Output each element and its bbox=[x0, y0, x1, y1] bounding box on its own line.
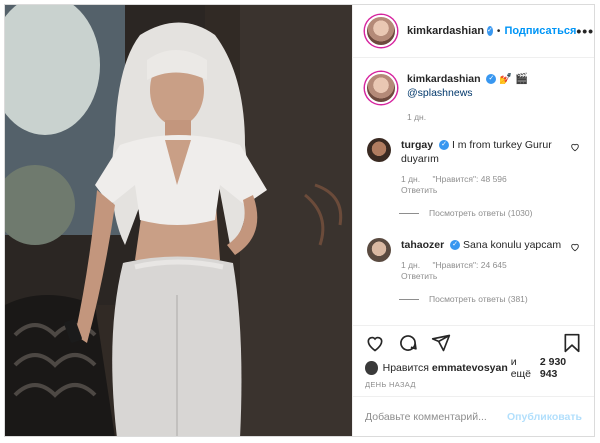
commenter-username[interactable]: turgay bbox=[401, 139, 433, 151]
caption-avatar[interactable] bbox=[365, 72, 397, 104]
heart-icon[interactable] bbox=[365, 333, 385, 353]
author-avatar[interactable] bbox=[365, 15, 397, 47]
liker-username[interactable]: emmatevosyan bbox=[432, 362, 508, 374]
caption-emoji: 💅 🎬 bbox=[499, 73, 529, 85]
separator-dot: • bbox=[496, 25, 501, 37]
likes-prefix: Нравится bbox=[382, 362, 429, 374]
comment-input[interactable]: Добавьте комментарий... bbox=[365, 411, 487, 423]
publish-button[interactable]: Опубликовать bbox=[507, 411, 582, 423]
comment-body: tahaozer ✓ Sana konulu yapcam 1 дн. "Нра… bbox=[401, 238, 571, 282]
comment-likes[interactable]: "Нравится": 24 645 bbox=[432, 260, 506, 270]
verified-icon: ✓ bbox=[450, 240, 461, 251]
caption: kimkardashian ✓ 💅 🎬 @splashnews 1 дн. bbox=[365, 72, 582, 124]
comment-body: turgay ✓ I m from turkey Gurur duyarım 1… bbox=[401, 138, 571, 196]
post-header: kimkardashian ✓ • Подписаться ••• bbox=[353, 5, 594, 58]
comment-like-heart-icon[interactable] bbox=[570, 242, 580, 252]
view-replies-button[interactable]: Посмотреть ответы (381) bbox=[399, 294, 582, 304]
verified-icon: ✓ bbox=[439, 140, 450, 151]
view-replies-button[interactable]: Посмотреть ответы (1030) bbox=[399, 208, 582, 218]
comment-like-heart-icon[interactable] bbox=[570, 142, 580, 152]
replies-divider bbox=[399, 212, 419, 214]
commenter-username[interactable]: tahaozer bbox=[401, 239, 444, 251]
comment-meta: 1 дн. "Нравится": 48 596 Ответить bbox=[401, 174, 571, 196]
post-photo[interactable] bbox=[5, 5, 352, 436]
comment-text: Sana konulu yapcam bbox=[463, 239, 562, 251]
caption-username[interactable]: kimkardashian bbox=[407, 73, 481, 85]
view-replies-label[interactable]: Посмотреть ответы (1030) bbox=[429, 208, 532, 218]
likes-summary: Нравится emmatevosyan и ещё 2 930 943 bbox=[353, 356, 594, 380]
verified-icon: ✓ bbox=[486, 74, 497, 85]
author-username[interactable]: kimkardashian bbox=[407, 25, 484, 37]
caption-time[interactable]: 1 дн. bbox=[407, 110, 528, 124]
liker-avatar[interactable] bbox=[365, 361, 378, 375]
comment-icon[interactable] bbox=[398, 333, 418, 353]
comment-time[interactable]: 1 дн. bbox=[401, 174, 420, 184]
comment-meta: 1 дн. "Нравится": 24 645 Ответить bbox=[401, 260, 571, 282]
caption-mention-link[interactable]: @splashnews bbox=[407, 87, 473, 99]
verified-icon: ✓ bbox=[487, 26, 493, 36]
action-bar bbox=[353, 325, 594, 359]
comment-item: tahaozer ✓ Sana konulu yapcam 1 дн. "Нра… bbox=[365, 238, 582, 282]
commenter-avatar[interactable] bbox=[367, 238, 391, 262]
comments-list[interactable]: kimkardashian ✓ 💅 🎬 @splashnews 1 дн. tu… bbox=[353, 58, 594, 325]
post-window: kimkardashian ✓ • Подписаться ••• kimkar… bbox=[4, 4, 595, 437]
bookmark-icon[interactable] bbox=[562, 333, 582, 353]
replies-divider bbox=[399, 298, 419, 300]
more-options-icon[interactable]: ••• bbox=[576, 23, 594, 39]
comment-item: turgay ✓ I m from turkey Gurur duyarım 1… bbox=[365, 138, 582, 196]
reply-button[interactable]: Ответить bbox=[401, 185, 437, 195]
view-replies-label[interactable]: Посмотреть ответы (381) bbox=[429, 294, 528, 304]
add-comment-bar: Добавьте комментарий... Опубликовать bbox=[353, 396, 594, 436]
follow-button[interactable]: Подписаться bbox=[504, 25, 576, 37]
share-icon[interactable] bbox=[431, 333, 451, 353]
comment-likes[interactable]: "Нравится": 48 596 bbox=[432, 174, 506, 184]
reply-button[interactable]: Ответить bbox=[401, 271, 437, 281]
post-time[interactable]: ДЕНЬ НАЗАД bbox=[353, 377, 594, 396]
commenter-avatar[interactable] bbox=[367, 138, 391, 162]
caption-body: kimkardashian ✓ 💅 🎬 @splashnews 1 дн. bbox=[407, 72, 528, 124]
post-side-panel: kimkardashian ✓ • Подписаться ••• kimkar… bbox=[352, 5, 594, 436]
comment-time[interactable]: 1 дн. bbox=[401, 260, 420, 270]
